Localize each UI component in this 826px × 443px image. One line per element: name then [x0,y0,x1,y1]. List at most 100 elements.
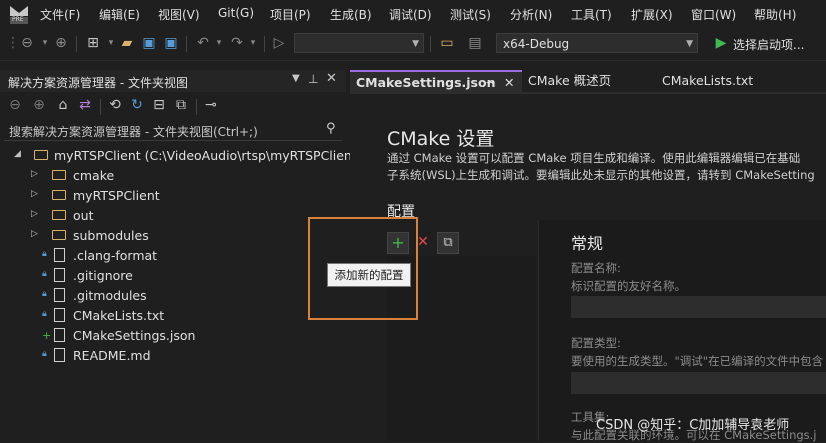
tree-file[interactable]: 🔒︎ CMakeLists.txt [0,306,346,326]
markdown-file-icon [54,348,65,362]
home-icon[interactable]: ⌂ [54,96,72,114]
forward-icon[interactable]: ⊕ [30,96,48,114]
tree-file[interactable]: 🔒︎ README.md [0,346,346,366]
file-icon [54,268,65,282]
file-label: .gitignore [73,268,133,283]
tree-folder[interactable]: ▷ myRTSPClient [0,186,346,206]
watermark: CSDN @知乎：C加加辅导袁老师 [596,418,790,433]
search-input[interactable]: 搜索解决方案资源管理器 - 文件夹视图(Ctrl+;) [9,123,258,140]
window-position-icon[interactable]: ▼ [292,73,300,84]
search-icon[interactable]: ⚲ [326,121,336,136]
menu-tools[interactable]: 工具(T) [571,6,612,23]
toolbar-separator [430,36,431,52]
folder-icon [52,230,66,240]
run-target-label[interactable]: 选择启动项... [733,36,804,53]
menu-view[interactable]: 视图(V) [158,6,200,23]
tree-root[interactable]: ◢ myRTSPClient (C:\VideoAudio\rtsp\myRTS… [0,146,362,166]
chevron-right-icon[interactable]: ▷ [31,169,38,179]
page-title: CMake 设置 [387,128,495,150]
menu-window[interactable]: 窗口(W) [691,6,736,23]
description-line-2: 子系统(WSL)上生成和调试。要编辑此处未显示的其他设置，请转到 CMakeSe… [387,168,815,182]
menu-extensions[interactable]: 扩展(X) [631,6,673,23]
pin-tab-icon[interactable]: ⊸ [486,72,495,93]
forward-icon[interactable]: ⊕ [52,34,70,52]
chevron-down-icon[interactable]: ◢ [14,149,21,159]
file-icon [54,288,65,302]
menu-edit[interactable]: 编辑(E) [99,6,140,23]
run-icon[interactable]: ▶ [712,34,730,52]
back-icon[interactable]: ⊖ [6,96,24,114]
redo-dropdown-icon[interactable]: ▾ [244,34,262,52]
menu-analyze[interactable]: 分析(N) [510,6,552,23]
save-all-icon[interactable]: ▣ [162,34,180,52]
collapse-all-icon[interactable]: ⊟ [150,96,168,114]
config-name-input[interactable] [571,296,826,318]
menu-help[interactable]: 帮助(H) [754,6,796,23]
chevron-down-icon: ▼ [686,39,693,49]
chevron-right-icon[interactable]: ▷ [31,229,38,239]
tree-folder[interactable]: ▷ out [0,206,346,226]
tab-cmake-overview[interactable]: CMake 概述页 [522,70,656,92]
tree-file[interactable]: 🔒︎ .clang-format [0,246,346,266]
solution-explorer-titlebar: 解决方案资源管理器 - 文件夹视图 ▼ ⊥ ✕ [0,70,346,92]
undo-dropdown-icon[interactable]: ▾ [210,34,228,52]
menu-build[interactable]: 生成(B) [330,6,372,23]
new-project-icon[interactable]: ⊞ [84,34,102,52]
menu-debug[interactable]: 调试(D) [389,6,432,23]
folder-label: submodules [73,228,149,243]
pin-icon[interactable]: ⊥ [308,72,318,86]
refresh-icon[interactable]: ↻ [128,96,146,114]
tab-label: CMakeSettings.json [356,75,496,90]
toolbar: ⋮ ⊖ ▾ ⊕ ⊞ ▾ ▰ ▣ ▣ ↶ ▾ ↷ ▾ ▷ ▼ ▭ ▤ x64-De… [0,28,826,61]
tree-file[interactable]: 🔒︎ .gitmodules [0,286,346,306]
file-label: CMakeLists.txt [73,308,165,323]
file-label: .gitmodules [73,288,147,303]
toolbar-separator [196,99,197,115]
open-folder-icon[interactable]: ▰ [118,34,136,52]
menu-file[interactable]: 文件(F) [40,6,80,23]
show-all-files-icon[interactable]: ⧉ [172,96,190,114]
close-icon[interactable]: ✕ [326,71,337,86]
highlight-annotation-box [308,217,418,320]
file-label: CMakeSettings.json [73,328,196,343]
sync-icon[interactable]: ⟲ [106,96,124,114]
settings-icon[interactable]: ⊸ [202,96,220,114]
copy-config-button[interactable]: ⧉ [437,232,459,254]
lock-icon: 🔒︎ [42,249,47,259]
config-type-select[interactable] [571,372,826,394]
toolbar-separator [264,36,265,52]
tree-folder[interactable]: ▷ cmake [0,166,346,186]
file-icon [54,248,65,262]
menu-git[interactable]: Git(G) [218,6,254,20]
solution-explorer-search[interactable]: 搜索解决方案资源管理器 - 文件夹视图(Ctrl+;) ⚲ [4,120,342,141]
folder-view-icon[interactable]: ▭ [438,34,456,52]
build-config-value: x64-Debug [503,37,570,51]
root-folder-label: myRTSPClient (C:\VideoAudio\rtsp\myRTSPC… [54,148,362,163]
build-config-combo[interactable]: x64-Debug ▼ [496,33,698,53]
attach-icon[interactable]: ▷ [270,34,288,52]
folder-open-icon [34,150,48,160]
tree-file[interactable]: 🔒︎ .gitignore [0,266,346,286]
tree-folder[interactable]: ▷ submodules [0,226,346,246]
file-icon [54,308,65,322]
tab-cmakesettings[interactable]: CMakeSettings.json ⊸ ✕ [350,70,522,92]
save-icon[interactable]: ▣ [140,34,158,52]
chevron-right-icon[interactable]: ▷ [31,189,38,199]
solution-explorer-toolbar: ⊖ ⊕ ⌂ ⇄ ⟲ ↻ ⊟ ⧉ ⊸ [0,94,346,118]
visual-studio-logo-icon: PRE [8,3,30,25]
target-system-icon[interactable]: ▤ [466,34,484,52]
menu-project[interactable]: 项目(P) [270,6,311,23]
tree-file[interactable]: + CMakeSettings.json [0,326,346,346]
menu-test[interactable]: 测试(S) [450,6,491,23]
switch-views-icon[interactable]: ⇄ [76,96,94,114]
tab-cmakelists[interactable]: CMakeLists.txt [656,70,792,92]
back-icon[interactable]: ⊖ [18,34,36,52]
chevron-right-icon[interactable]: ▷ [31,209,38,219]
added-icon: + [42,329,52,342]
folder-icon [52,190,66,200]
config-type-label: 配置类型: [571,336,621,350]
solution-config-combo[interactable]: ▼ [294,33,424,53]
toolbar-separator [186,36,187,52]
solution-explorer-panel: 解决方案资源管理器 - 文件夹视图 ▼ ⊥ ✕ ⊖ ⊕ ⌂ ⇄ ⟲ ↻ ⊟ ⧉ … [0,70,362,441]
close-tab-icon[interactable]: ✕ [504,72,514,93]
